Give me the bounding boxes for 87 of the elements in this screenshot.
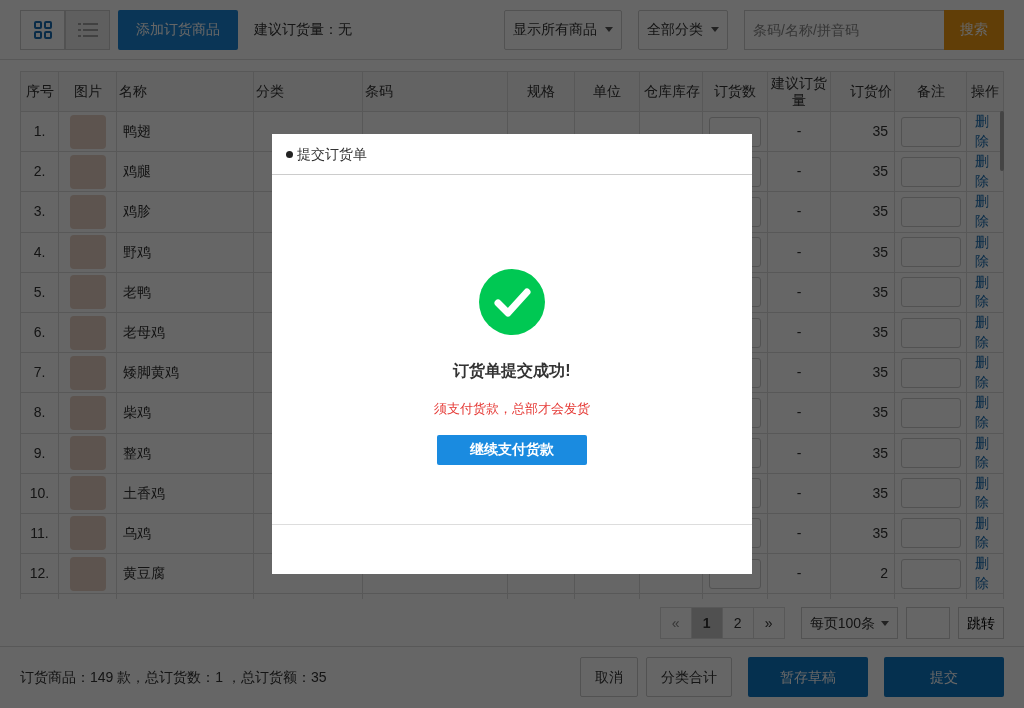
table-cell: - [767,232,831,273]
column-header[interactable]: 单位 [574,71,640,112]
table-cell: - [767,312,831,353]
suggestion-text: 建议订货量：无 [254,20,352,39]
table-cell: - [767,473,831,514]
table-cell: 35 [830,272,895,313]
list-icon [77,21,98,38]
modal-title: 提交订货单 [297,144,367,164]
order-summary: 订货商品：149 款，总订货数：1 ，总订货额：35 [20,667,327,687]
table-cell: 1. [20,111,59,152]
column-header[interactable]: 名称 [116,71,254,112]
table-cell: - [767,191,831,233]
footer-button[interactable]: 提交 [884,657,1004,697]
table-cell: 8. [20,392,59,433]
column-header[interactable]: 建议订货量 [767,71,831,112]
table-cell: 35 [830,191,895,233]
footer-button[interactable]: 分类合计 [646,657,732,697]
success-check-icon [479,269,545,335]
table-cell: 柴鸡 [116,392,254,433]
table-cell: 7. [20,352,59,393]
table-cell: 35 [830,151,895,192]
table-cell: 35 [830,513,895,554]
table-cell: 2. [20,151,59,192]
column-header[interactable]: 订货数 [702,71,768,112]
table-cell: - [767,392,831,433]
column-header[interactable]: 订货价 [830,71,895,112]
table-cell: 6. [20,312,59,353]
scrollbar[interactable] [1000,111,1004,171]
add-product-button[interactable]: 添加订货商品 [118,9,238,50]
table-cell: 35 [830,473,895,514]
table-cell: 11. [20,513,59,554]
column-header[interactable]: 条码 [362,71,508,112]
column-header[interactable]: 规格 [507,71,575,112]
table-cell: 老鸭 [116,272,254,313]
page-size-dropdown[interactable]: 每页100条 [800,607,898,639]
filter-dropdown[interactable]: 显示所有商品 [504,9,622,50]
column-header[interactable]: 操作 [966,71,1004,112]
search-button[interactable]: 搜索 [944,9,1004,50]
list-view-toggle[interactable] [65,9,110,50]
table-cell: - [767,151,831,192]
table-cell: 35 [830,312,895,353]
jump-button[interactable]: 跳转 [958,607,1004,639]
table-cell: 矮脚黄鸡 [116,352,254,393]
continue-payment-button[interactable]: 继续支付货款 [437,434,587,465]
table-cell: 鸡腿 [116,151,254,192]
table-cell: 鸭翅 [116,111,254,152]
column-header[interactable]: 图片 [58,71,117,112]
table-cell: 10. [20,473,59,514]
table-cell: 鸡胗 [116,191,254,233]
table-cell: 12. [20,553,59,594]
table-cell: 4. [20,232,59,273]
payment-notice: 须支付货款，总部才会发货 [434,400,590,418]
column-header[interactable]: 仓库库存 [639,71,703,112]
table-cell: 整鸡 [116,433,254,474]
table-cell: - [767,272,831,313]
table-cell: 35 [830,352,895,393]
table-cell: 5. [20,272,59,313]
table-cell: 3. [20,191,59,233]
table-cell: 35 [830,232,895,273]
footer-button[interactable]: 暂存草稿 [748,657,868,697]
column-header[interactable]: 备注 [894,71,967,112]
table-cell: 乌鸡 [116,513,254,554]
table-cell: 土香鸡 [116,473,254,514]
bullet-icon [286,150,293,158]
table-cell: 黄豆腐 [116,553,254,594]
table-cell: 2 [830,553,895,594]
table-cell: - [767,553,831,594]
table-cell: 野鸡 [116,232,254,273]
filter-dropdown[interactable]: 全部分类 [638,9,728,50]
grid-icon [33,20,52,39]
grid-view-toggle[interactable] [20,9,65,50]
page-button[interactable]: 1 [690,607,723,639]
table-cell: 9. [20,433,59,474]
footer-button[interactable]: 取消 [580,657,638,697]
table-cell: 老母鸡 [116,312,254,353]
table-cell: 35 [830,392,895,433]
table-cell: - [767,513,831,554]
table-cell: 35 [830,433,895,474]
page-button[interactable]: 2 [721,607,754,639]
success-heading: 订货单提交成功! [453,361,571,382]
column-header[interactable]: 序号 [20,71,59,112]
table-cell: - [767,352,831,393]
page-button[interactable]: » [752,607,785,639]
table-cell: - [767,433,831,474]
table-cell: 35 [830,111,895,152]
column-header[interactable]: 分类 [253,71,363,112]
table-cell: - [767,111,831,152]
